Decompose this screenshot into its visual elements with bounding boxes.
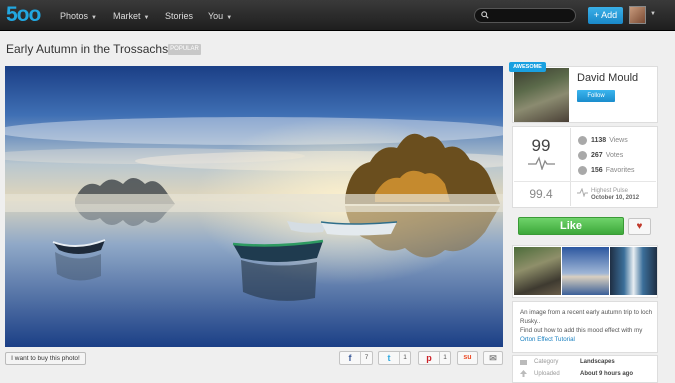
upload-icon [520,370,527,377]
pulse-small-icon [577,188,588,197]
thumbnail[interactable] [610,247,657,295]
category-value[interactable]: Landscapes [580,359,615,365]
views-value: 1138 [591,137,607,144]
photo-description: An image from a recent early autumn trip… [520,308,656,344]
uploaded-value: About 9 hours ago [580,371,633,377]
popular-badge: POPULAR [168,44,201,55]
share-count: 7 [360,352,372,364]
thumbnail[interactable] [514,247,561,295]
divider [514,181,656,182]
heart-icon [578,166,587,175]
nav-item-label: Market [113,11,141,21]
uploaded-label: Uploaded [534,371,560,377]
search-input[interactable] [474,8,576,23]
nav-item-market[interactable]: Market ▼ [113,10,149,24]
stumbleupon-share-button[interactable]: su [457,351,478,365]
divider [570,128,571,206]
follow-button[interactable]: Follow [577,90,615,102]
favorites-stat: 156 Favorites [578,166,635,175]
highest-pulse-label: Highest Pulse October 10, 2012 [591,188,639,202]
email-share-button[interactable]: ✉ [483,351,503,365]
share-count: 1 [439,352,450,364]
search-icon [481,11,489,19]
nav-item-you[interactable]: You ▼ [208,10,232,24]
views-stat: 1138 Views [578,136,628,145]
tutorial-link[interactable]: Orton Effect Tutorial [520,336,575,343]
email-icon: ✉ [489,353,497,363]
logo[interactable]: 5oo [6,3,41,27]
stumbleupon-icon: su [463,354,472,361]
highest-pulse-score: 99.4 [529,187,553,201]
chevron-down-icon[interactable]: ▼ [650,11,656,17]
description-text: Find out how to add this mood effect wit… [520,327,643,334]
favorite-button[interactable]: ♥ [628,218,651,235]
facebook-share-button[interactable]: f 7 [339,351,373,365]
description-text: An image from a recent early autumn trip… [520,309,653,325]
pulse-score: 99 [531,136,551,155]
page-title: Early Autumn in the Trossachs... [6,42,179,56]
favorites-value: 156 [591,167,603,174]
avatar[interactable] [629,6,646,24]
nav-item-photos[interactable]: Photos ▼ [60,10,97,24]
photo-image [5,66,503,347]
chevron-down-icon: ▼ [143,15,150,21]
pinterest-icon: p [426,353,432,363]
category-label: Category [534,359,559,365]
buy-photo-button[interactable]: I want to buy this photo! [5,352,86,365]
highest-pulse-title: Highest Pulse [591,188,629,194]
share-count: 1 [399,352,410,364]
like-button[interactable]: Like [518,217,624,235]
favorites-label: Favorites [605,167,635,174]
eye-icon [578,136,587,145]
twitter-icon: t [387,353,391,363]
nav-item-label: Stories [165,11,194,21]
votes-stat: 267 Votes [578,151,624,160]
twitter-share-button[interactable]: t 1 [378,351,411,365]
awesome-badge: AWESOME [509,62,546,72]
folder-icon [520,360,527,365]
votes-value: 267 [591,152,603,159]
author-photo[interactable] [514,68,569,122]
votes-label: Votes [605,152,624,159]
pulse-icon [528,156,555,170]
nav-item-label: Photos [60,11,89,21]
highest-pulse-date: October 10, 2012 [591,195,640,201]
thumbs-up-icon [578,151,587,160]
chevron-down-icon: ▼ [226,15,233,21]
nav-item-stories[interactable]: Stories [165,10,193,22]
heart-icon: ♥ [636,221,643,232]
author-name[interactable]: David Mould [577,72,638,84]
top-navigation-bar: 5oo Photos ▼ Market ▼ Stories You ▼ + Add ▼ [0,0,675,31]
chevron-down-icon: ▼ [91,15,97,21]
views-label: Views [609,137,628,144]
thumbnail[interactable] [562,247,609,295]
nav-item-label: You [208,11,224,21]
main-photo[interactable] [5,66,503,347]
pinterest-share-button[interactable]: p 1 [418,351,451,365]
facebook-icon: f [348,353,352,363]
add-button[interactable]: + Add [588,7,623,24]
